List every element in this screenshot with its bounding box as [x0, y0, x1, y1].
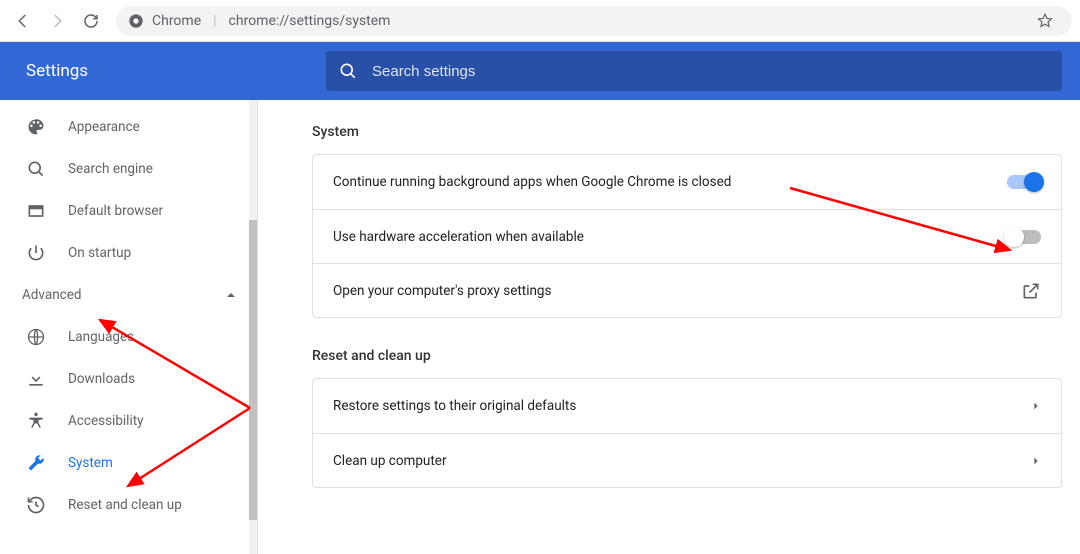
sidebar-item-reset[interactable]: Reset and clean up: [0, 484, 257, 526]
accessibility-icon: [26, 411, 46, 431]
sidebar-item-system[interactable]: System: [0, 442, 257, 484]
row-proxy-settings[interactable]: Open your computer's proxy settings: [313, 263, 1061, 317]
sidebar-item-label: Reset and clean up: [68, 497, 182, 513]
sidebar-item-appearance[interactable]: Appearance: [0, 106, 257, 148]
bookmark-button[interactable]: [1030, 6, 1060, 36]
settings-content: System Continue running background apps …: [258, 100, 1080, 554]
row-background-apps[interactable]: Continue running background apps when Go…: [313, 155, 1061, 209]
power-icon: [26, 243, 46, 263]
sidebar-advanced-label: Advanced: [22, 287, 82, 303]
search-settings-box[interactable]: [326, 51, 1062, 91]
address-bar[interactable]: Chrome | chrome://settings/system: [116, 6, 1072, 36]
row-label: Continue running background apps when Go…: [333, 174, 731, 190]
sidebar-scrollbar-thumb[interactable]: [249, 220, 257, 520]
search-input[interactable]: [372, 63, 1050, 80]
restore-icon: [26, 495, 46, 515]
back-button[interactable]: [8, 6, 38, 36]
reload-icon: [82, 12, 100, 30]
sidebar-item-search-engine[interactable]: Search engine: [0, 148, 257, 190]
chevron-up-icon: [225, 289, 237, 301]
reset-card: Restore settings to their original defau…: [312, 378, 1062, 488]
chevron-right-icon: [1031, 400, 1041, 412]
toggle-hardware-accel[interactable]: [1007, 230, 1041, 244]
sidebar-item-label: On startup: [68, 245, 131, 261]
sidebar-advanced-toggle[interactable]: Advanced: [0, 274, 257, 316]
section-title-reset: Reset and clean up: [312, 348, 1062, 364]
sidebar-item-label: Languages: [68, 329, 134, 345]
sidebar-item-label: Appearance: [68, 119, 140, 135]
browser-icon: [26, 201, 46, 221]
row-label: Open your computer's proxy settings: [333, 283, 551, 299]
chrome-icon: [128, 13, 144, 29]
sidebar-item-label: System: [68, 455, 113, 471]
sidebar-item-accessibility[interactable]: Accessibility: [0, 400, 257, 442]
address-app-label: Chrome: [152, 13, 201, 29]
globe-icon: [26, 327, 46, 347]
settings-sidebar: Appearance Search engine Default browser…: [0, 100, 258, 554]
toggle-background-apps[interactable]: [1007, 175, 1041, 189]
download-icon: [26, 369, 46, 389]
section-title-system: System: [312, 124, 1062, 140]
chevron-right-icon: [1031, 455, 1041, 467]
row-label: Restore settings to their original defau…: [333, 398, 576, 414]
arrow-left-icon: [14, 12, 32, 30]
star-icon: [1036, 12, 1054, 30]
arrow-right-icon: [48, 12, 66, 30]
row-hardware-accel[interactable]: Use hardware acceleration when available: [313, 209, 1061, 263]
sidebar-item-on-startup[interactable]: On startup: [0, 232, 257, 274]
system-card: Continue running background apps when Go…: [312, 154, 1062, 318]
row-label: Clean up computer: [333, 453, 447, 469]
sidebar-item-languages[interactable]: Languages: [0, 316, 257, 358]
sidebar-item-downloads[interactable]: Downloads: [0, 358, 257, 400]
sidebar-item-label: Search engine: [68, 161, 153, 177]
external-link-icon: [1021, 281, 1041, 301]
browser-toolbar: Chrome | chrome://settings/system: [0, 0, 1080, 42]
palette-icon: [26, 117, 46, 137]
address-url: chrome://settings/system: [229, 13, 391, 29]
row-restore-defaults[interactable]: Restore settings to their original defau…: [313, 379, 1061, 433]
row-cleanup-computer[interactable]: Clean up computer: [313, 433, 1061, 487]
sidebar-item-label: Accessibility: [68, 413, 144, 429]
settings-header: Settings: [0, 42, 1080, 100]
address-divider: |: [213, 13, 216, 29]
reload-button[interactable]: [76, 6, 106, 36]
row-label: Use hardware acceleration when available: [333, 229, 584, 245]
forward-button[interactable]: [42, 6, 72, 36]
sidebar-item-label: Default browser: [68, 203, 163, 219]
sidebar-item-default-browser[interactable]: Default browser: [0, 190, 257, 232]
search-icon: [338, 61, 358, 81]
wrench-icon: [26, 453, 46, 473]
magnify-icon: [26, 159, 46, 179]
page-title: Settings: [0, 61, 326, 81]
sidebar-item-label: Downloads: [68, 371, 135, 387]
